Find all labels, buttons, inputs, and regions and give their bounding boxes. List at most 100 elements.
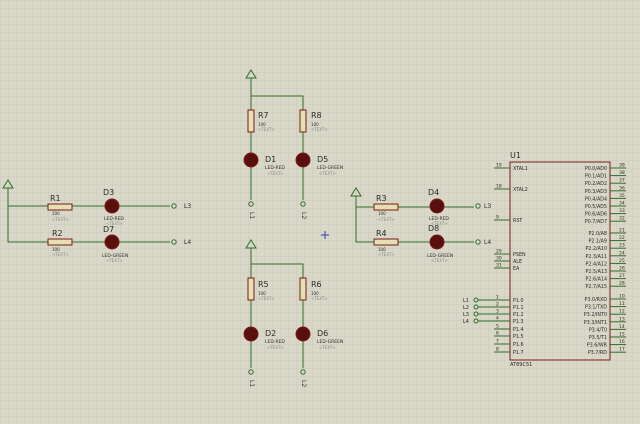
mcu-pin-number: 36 [619, 185, 625, 191]
led-d2-text: <TEXT> [267, 345, 284, 350]
mcu-pin-name: P1.3 [513, 319, 524, 325]
mcu-pin-number: 16 [619, 339, 625, 345]
mcu-pin-number: 19 [496, 163, 502, 169]
resistor-r2-text: <TEXT> [52, 252, 69, 257]
mcu-pin-name: RST [513, 218, 522, 224]
resistor-r4-text: <TEXT> [378, 252, 395, 257]
resistor-r6-ref: R6 [311, 280, 322, 289]
mcu-pin-name: P0.2/AD2 [585, 181, 607, 187]
led-d8-ref: D8 [428, 224, 439, 233]
led-d5-text: <TEXT> [319, 171, 336, 176]
mcu-pin-number: 28 [619, 281, 625, 287]
terminal[interactable] [171, 239, 177, 245]
mcu-pin-name: P3.4/T0 [589, 327, 607, 333]
resistor-r5-ref: R5 [258, 280, 269, 289]
terminal[interactable] [475, 239, 481, 245]
mcu-pin-number: 23 [619, 243, 625, 249]
mcu-pin-name: P1.5 [513, 334, 524, 340]
mcu-net-label: L3 [463, 312, 469, 318]
mcu-pin-number: 7 [496, 339, 499, 345]
mcu-pin-name: P0.1/AD1 [585, 174, 607, 180]
mcu-pin-number: 37 [619, 178, 625, 184]
mcu-pin-name: P3.0/RXD [585, 297, 608, 303]
mcu-net-label: L2 [463, 305, 469, 311]
led-d8-text: <TEXT> [431, 258, 448, 263]
mcu-pin-name: P1.0 [513, 298, 524, 304]
mcu-net-terminal[interactable] [473, 297, 479, 303]
mcu-pin-name: P2.5/A13 [585, 269, 607, 275]
mcu-pin-number: 22 [619, 235, 625, 241]
resistor-r1-value: 100 [52, 211, 60, 216]
mcu-pin-number: 1 [496, 295, 499, 301]
mcu-pin-name: P0.3/AD3 [585, 189, 607, 195]
mcu-pin-number: 18 [496, 184, 502, 190]
mcu-pin-number: 2 [496, 302, 499, 308]
mcu-pin-number: 5 [496, 324, 499, 330]
mcu-pin-number: 27 [619, 273, 625, 279]
mcu-pin-name: P0.4/AD4 [585, 196, 607, 202]
mcu-pin-number: 34 [619, 201, 625, 207]
mcu-pin-number: 14 [619, 324, 625, 330]
mcu-net-terminal[interactable] [473, 311, 479, 317]
mcu-net-label: L1 [463, 298, 469, 304]
mcu-pin-number: 3 [496, 309, 499, 315]
resistor-r4-ref: R4 [376, 229, 387, 238]
schematic-canvas[interactable]: R1 100 <TEXT> R2 100 <TEXT> R7 100 <TEXT… [0, 0, 640, 424]
net-label-d5: L2 [300, 212, 307, 219]
resistor-r2-ref: R2 [52, 229, 63, 238]
resistor-r3-ref: R3 [376, 194, 387, 203]
mcu-pin-name: P1.4 [513, 327, 524, 333]
terminal[interactable] [248, 201, 254, 207]
mcu-pin-name: ALE [513, 259, 522, 265]
mcu-pin-name: P0.6/AD6 [585, 212, 607, 218]
mcu-pin-name: XTAL1 [513, 166, 528, 172]
mcu-pin-number: 15 [619, 332, 625, 338]
mcu-pin-name: P2.1/A9 [589, 239, 607, 245]
mcu-pin-number: 25 [619, 258, 625, 264]
mcu-pin-name: P1.1 [513, 305, 524, 311]
led-d1-ref: D1 [265, 155, 276, 164]
mcu-pin-number: 9 [496, 215, 499, 221]
terminal[interactable] [300, 201, 306, 207]
mcu-pin-name: P3.6/WR [587, 343, 608, 349]
mcu-ref: U1 [510, 151, 521, 160]
mcu-pin-name: P3.5/T1 [589, 335, 607, 341]
mcu-pin-name: EA [513, 266, 520, 272]
mcu-net-terminal[interactable] [473, 318, 479, 324]
resistor-r3-value: 100 [378, 211, 386, 216]
mcu-pin-number: 17 [619, 347, 625, 353]
mcu-net-terminal[interactable] [473, 304, 479, 310]
mcu-pin-number: 31 [496, 263, 502, 269]
mcu-pin-number: 12 [619, 309, 625, 315]
mcu-pin-number: 33 [619, 208, 625, 214]
terminal[interactable] [171, 203, 177, 209]
mcu-pin-name: XTAL2 [513, 187, 528, 193]
mcu-pin-number: 4 [496, 316, 499, 322]
terminal[interactable] [300, 369, 306, 375]
resistor-r3-text: <TEXT> [378, 217, 395, 222]
resistor-r6-text: <TEXT> [311, 296, 328, 301]
mcu-pin-name: P3.7/RD [588, 350, 607, 356]
mcu-pin-number: 38 [619, 170, 625, 176]
mcu-pin-name: P2.0/A8 [589, 231, 607, 237]
net-label-d8: L4 [484, 239, 491, 246]
net-label-d1: L1 [248, 212, 255, 219]
mcu-pin-name: PSEN [513, 252, 526, 258]
resistor-r7-ref: R7 [258, 111, 269, 120]
net-label-d3: L3 [184, 203, 191, 210]
mcu-pin-name: P2.7/A15 [585, 284, 607, 290]
mcu-pin-name: P1.2 [513, 312, 524, 318]
mcu-pin-name: P1.7 [513, 350, 524, 356]
terminal[interactable] [475, 203, 481, 209]
mcu-pin-number: 24 [619, 250, 625, 256]
terminal[interactable] [248, 369, 254, 375]
mcu-part: AT89C51 [510, 362, 532, 368]
net-label-d7: L4 [184, 239, 191, 246]
mcu-pin-name: P3.1/TXD [585, 305, 607, 311]
led-d4-ref: D4 [428, 188, 439, 197]
mcu-pin-number: 8 [496, 347, 499, 353]
mcu-pin-name: P2.4/A12 [585, 261, 607, 267]
mcu-pin-number: 30 [496, 256, 502, 262]
led-d2-ref: D2 [265, 329, 276, 338]
mcu-pin-name: P1.6 [513, 342, 524, 348]
